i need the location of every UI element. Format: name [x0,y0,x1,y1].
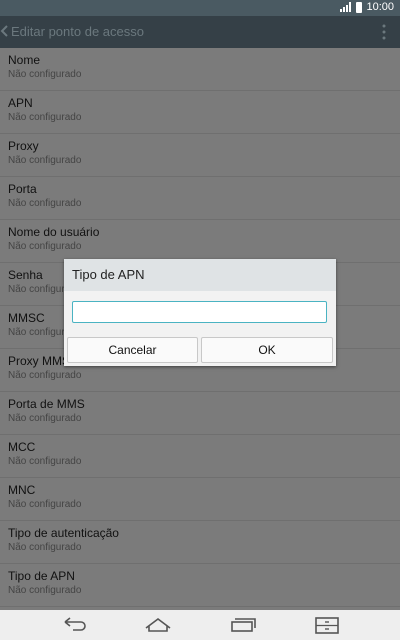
item-value: Não configurado [8,241,82,252]
cancel-button[interactable]: Cancelar [67,337,198,363]
action-bar: Editar ponto de acesso [0,16,400,48]
list-item-proxy[interactable]: Proxy Não configurado [0,134,400,177]
list-item-porta[interactable]: Porta Não configurado [0,177,400,220]
item-value: Não configurado [8,69,82,80]
signal-icon [340,2,352,12]
item-value: Não configurado [8,198,82,209]
item-value: Não configurado [8,585,82,596]
item-value: Não configurado [8,542,82,553]
item-title: Nome [8,53,41,67]
chevron-left-icon[interactable] [0,23,10,39]
battery-icon [356,1,363,13]
item-value: Não configurado [8,155,82,166]
item-title: MCC [8,440,36,454]
list-item-mnc[interactable]: MNC Não configurado [0,478,400,521]
item-title: Tipo de APN [8,569,75,583]
list-item-tipo-apn[interactable]: Tipo de APN Não configurado [0,564,400,607]
item-value: Não configurado [8,370,82,381]
overflow-menu-icon[interactable] [382,24,386,40]
dialog-title: Tipo de APN [64,259,336,291]
status-time: 10:00 [366,1,394,13]
item-value: Não configurado [8,456,82,467]
item-value: Não configurado [8,112,82,123]
dual-window-icon[interactable] [312,614,342,636]
list-item-tipo-autenticacao[interactable]: Tipo de autenticação Não configurado [0,521,400,564]
page-title: Editar ponto de acesso [11,24,144,39]
nav-bar [0,610,400,640]
item-title: Proxy [8,139,39,153]
item-value: Não configurado [8,499,82,510]
item-title: Nome do usuário [8,225,100,239]
apn-type-dialog: Tipo de APN Cancelar OK [64,259,336,366]
item-title: APN [8,96,33,110]
list-item-nome[interactable]: Nome Não configurado [0,48,400,91]
apn-type-input[interactable] [72,301,327,323]
item-title: Porta [8,182,37,196]
recent-apps-icon[interactable] [228,614,258,636]
item-title: Tipo de autenticação [8,526,119,540]
list-item-apn[interactable]: APN Não configurado [0,91,400,134]
item-title: MNC [8,483,36,497]
list-item-nome-usuario[interactable]: Nome do usuário Não configurado [0,220,400,263]
ok-button[interactable]: OK [201,337,333,363]
status-bar: 10:00 [0,0,400,16]
list-item-mcc[interactable]: MCC Não configurado [0,435,400,478]
item-title: Porta de MMS [8,397,85,411]
home-icon[interactable] [143,614,173,636]
list-item-porta-mms[interactable]: Porta de MMS Não configurado [0,392,400,435]
item-value: Não configurado [8,413,82,424]
back-icon[interactable] [59,614,89,636]
